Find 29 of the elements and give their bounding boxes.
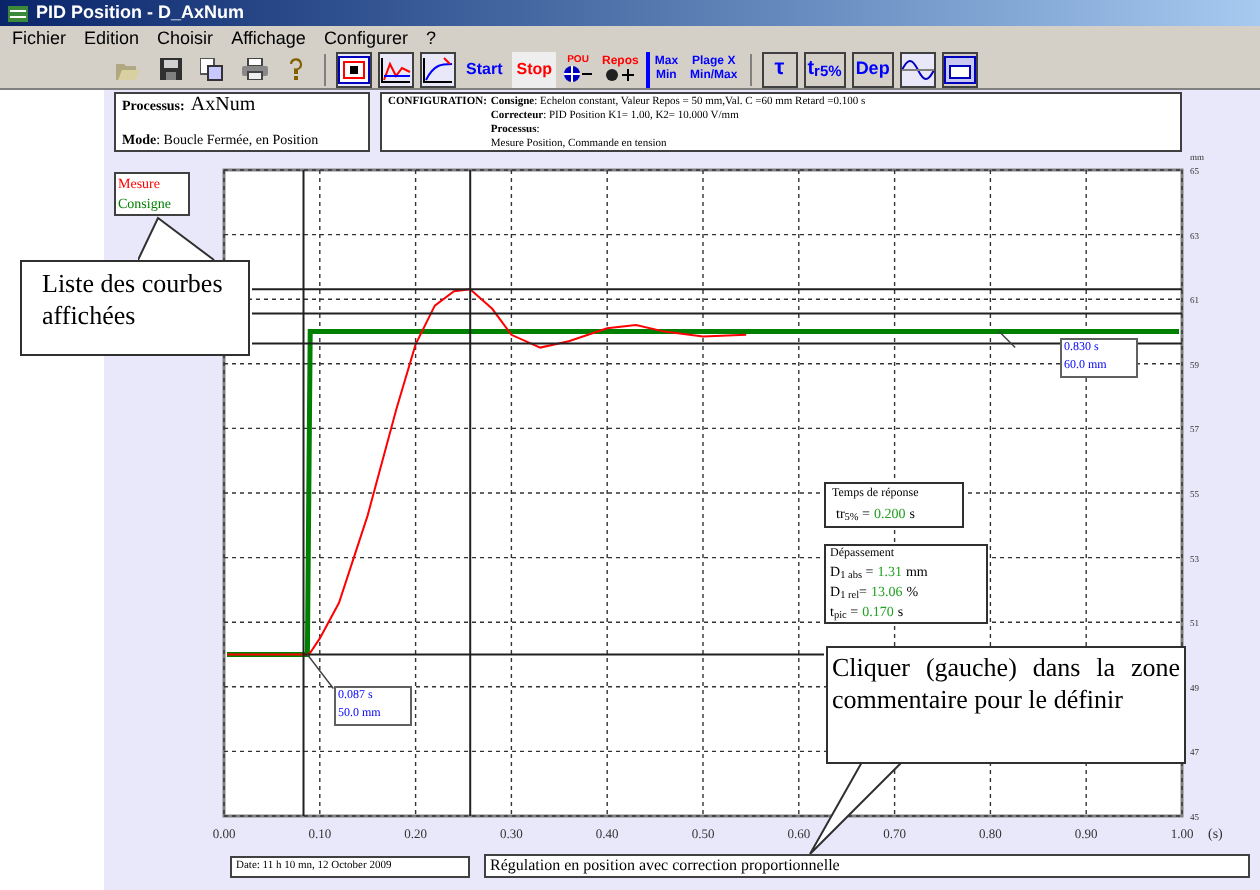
window-icon[interactable] bbox=[941, 51, 978, 87]
toolbar-button[interactable]: t$_{r5%}$ bbox=[803, 51, 846, 87]
callout-text: Liste des courbes affichées bbox=[42, 268, 225, 332]
menu-item[interactable]: Configurer bbox=[323, 29, 408, 47]
cursor-line[interactable] bbox=[251, 288, 1183, 291]
callout-text: Cliquer (gauche) dans la zone commentaire pour le définir bbox=[832, 652, 1180, 716]
menu-item[interactable]: Choisir bbox=[157, 29, 214, 47]
leader-line bbox=[998, 330, 1016, 349]
sine-wave-icon[interactable] bbox=[899, 51, 936, 87]
toolbar-button[interactable]: Start bbox=[462, 51, 507, 87]
chart-curve-icon[interactable] bbox=[378, 51, 414, 87]
window-title: PID Position - D_AxNum bbox=[36, 4, 245, 22]
cursor-line[interactable] bbox=[251, 342, 1183, 345]
menu-item[interactable]: Fichier bbox=[12, 29, 67, 47]
globe-arrow-icon bbox=[564, 66, 593, 82]
process-value: AxNum bbox=[190, 96, 256, 116]
menu-item[interactable]: Affichage bbox=[231, 29, 306, 47]
cursor-line[interactable] bbox=[469, 169, 472, 817]
toolbar-button[interactable]: Dep bbox=[851, 51, 894, 87]
app-icon bbox=[8, 5, 28, 21]
chart-curve-icon[interactable] bbox=[420, 51, 456, 87]
toolbar-button[interactable]: τ bbox=[761, 51, 798, 87]
ball-plus-icon bbox=[606, 68, 635, 82]
comment-text: Régulation en position avec correction proportionnelle bbox=[490, 858, 840, 874]
menu-item[interactable]: Edition bbox=[84, 29, 140, 47]
chart-frame-icon[interactable] bbox=[336, 51, 372, 87]
leader-line bbox=[306, 653, 335, 690]
menu-item[interactable]: ? bbox=[425, 29, 436, 47]
toolbar-button[interactable]: Stop bbox=[512, 51, 557, 87]
